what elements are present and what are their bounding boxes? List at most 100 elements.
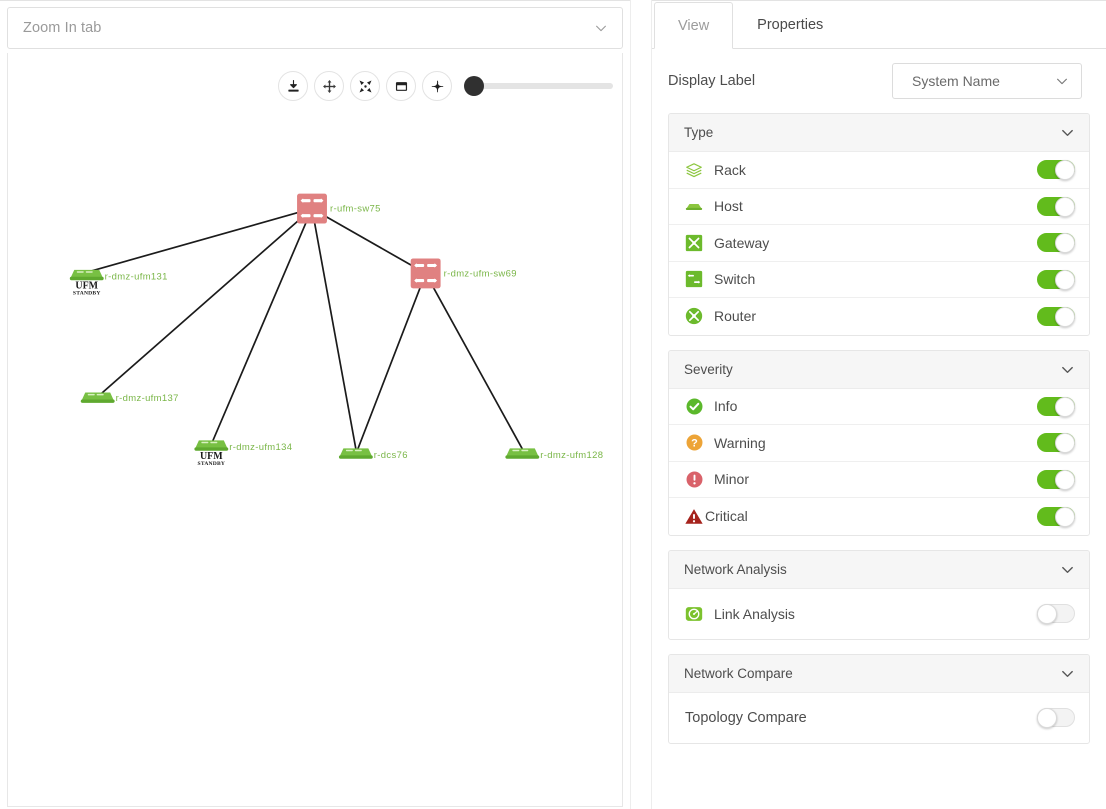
host-icon — [683, 195, 705, 217]
display-label-select[interactable]: System Name — [892, 63, 1082, 99]
toggle-knob — [1055, 233, 1075, 254]
option-row-rack[interactable]: Rack — [669, 152, 1089, 189]
toggle-knob — [1037, 708, 1057, 728]
toggle-knob — [1055, 160, 1075, 181]
option-label-router: Router — [714, 308, 757, 325]
toggle-gateway[interactable] — [1037, 233, 1075, 254]
svg-text:r-dmz-ufm131: r-dmz-ufm131 — [105, 271, 168, 282]
option-row-link-analysis[interactable]: Link Analysis — [669, 589, 1089, 639]
section-type: Type Rack Host Gateway Switch Router — [668, 113, 1090, 336]
zoom-tab-select[interactable]: Zoom In tab — [7, 7, 623, 49]
chevron-down-icon[interactable] — [1060, 666, 1075, 681]
option-label-critical: Critical — [705, 508, 748, 525]
chevron-down-icon — [594, 21, 608, 35]
gauge-icon — [683, 603, 705, 625]
option-label-gateway: Gateway — [714, 234, 770, 251]
switch-icon — [683, 268, 705, 290]
option-label-switch: Switch — [714, 271, 756, 288]
topology-right-panel: View Properties Display Label System Nam… — [652, 0, 1106, 809]
question-circle-icon: ? — [683, 432, 705, 454]
topology-canvas[interactable]: r-ufm-sw75 r-dmz-ufm-sw69 UFM STANDBY r-… — [7, 53, 623, 807]
svg-text:r-dmz-ufm134: r-dmz-ufm134 — [229, 442, 292, 453]
toggle-minor[interactable] — [1037, 469, 1075, 490]
chevron-down-icon[interactable] — [1060, 362, 1075, 377]
svg-text:r-ufm-sw75: r-ufm-sw75 — [330, 204, 381, 215]
topology-node-switch[interactable]: r-ufm-sw75 — [297, 193, 381, 224]
option-row-minor[interactable]: Minor — [669, 462, 1089, 498]
toggle-knob — [1055, 433, 1075, 454]
tab-view[interactable]: View — [654, 2, 734, 49]
option-row-topology-compare[interactable]: Topology Compare — [669, 693, 1089, 743]
tab-properties-label: Properties — [757, 16, 824, 33]
option-row-host[interactable]: Host — [669, 189, 1089, 225]
option-row-switch[interactable]: Switch — [669, 262, 1089, 298]
chevron-down-icon[interactable] — [1060, 125, 1075, 140]
option-label-minor: Minor — [714, 471, 750, 488]
option-label-info: Info — [714, 398, 738, 415]
svg-text:STANDBY: STANDBY — [73, 290, 101, 296]
topology-node-host[interactable]: UFM STANDBY r-dmz-ufm131 — [69, 269, 168, 297]
option-row-critical[interactable]: Critical — [669, 498, 1089, 535]
toggle-warning[interactable] — [1037, 433, 1075, 454]
check-circle-icon — [683, 395, 705, 417]
toggle-knob — [1037, 604, 1057, 624]
display-label-row: Display Label System Name — [652, 49, 1106, 113]
svg-text:r-dcs76: r-dcs76 — [374, 450, 408, 461]
topology-view-app: Zoom In tab r-ufm-sw75 r-dmz-ufm-sw69 UF… — [0, 0, 1106, 809]
section-network-compare: Network Compare Topology Compare — [668, 653, 1090, 744]
right-panel-tabs: View Properties — [652, 1, 1106, 49]
toggle-critical[interactable] — [1037, 506, 1075, 527]
option-label-warning: Warning — [714, 434, 766, 451]
chevron-down-icon[interactable] — [1060, 562, 1075, 577]
toggle-switch[interactable] — [1037, 269, 1075, 290]
toggle-knob — [1055, 306, 1075, 327]
rack-icon — [683, 159, 705, 181]
section-network-analysis: Network Analysis Link Analysis — [668, 549, 1090, 640]
section-network-analysis-header[interactable]: Network Analysis — [669, 550, 1089, 589]
svg-text:r-dmz-ufm128: r-dmz-ufm128 — [540, 450, 603, 461]
option-label-rack: Rack — [714, 161, 746, 178]
toggle-knob — [1055, 196, 1075, 217]
zoom-tab-select-value: Zoom In tab — [23, 20, 102, 36]
option-row-gateway[interactable]: Gateway — [669, 225, 1089, 262]
option-row-router[interactable]: Router — [669, 298, 1089, 335]
section-type-header[interactable]: Type — [669, 114, 1089, 152]
topology-graph[interactable]: r-ufm-sw75 r-dmz-ufm-sw69 UFM STANDBY r-… — [8, 53, 622, 806]
topology-node-switch[interactable]: r-dmz-ufm-sw69 — [410, 258, 517, 289]
topology-node-host[interactable]: r-dmz-ufm128 — [505, 448, 603, 461]
topology-node-host[interactable]: UFM STANDBY r-dmz-ufm134 — [194, 440, 292, 467]
section-type-title: Type — [684, 125, 714, 140]
section-network-analysis-title: Network Analysis — [684, 561, 787, 577]
toggle-router[interactable] — [1037, 306, 1075, 327]
topology-node-host[interactable]: r-dcs76 — [338, 448, 408, 461]
display-label-select-value: System Name — [912, 73, 1000, 89]
option-label-topology-compare: Topology Compare — [685, 709, 807, 726]
toggle-info[interactable] — [1037, 396, 1075, 417]
section-severity-header[interactable]: Severity — [669, 350, 1089, 389]
gateway-icon — [683, 232, 705, 254]
section-severity: Severity Info ? Warning Minor Critical — [668, 349, 1090, 536]
toggle-knob — [1055, 396, 1075, 417]
panel-divider — [630, 0, 652, 809]
toggle-knob — [1055, 506, 1075, 527]
toggle-host[interactable] — [1037, 196, 1075, 217]
view-sections: Type Rack Host Gateway Switch Router Sev… — [652, 113, 1106, 758]
option-label-host: Host — [714, 198, 743, 215]
topology-node-host[interactable]: r-dmz-ufm137 — [80, 392, 179, 404]
svg-text:r-dmz-ufm137: r-dmz-ufm137 — [116, 393, 179, 404]
option-row-warning[interactable]: ? Warning — [669, 425, 1089, 462]
toggle-rack[interactable] — [1037, 160, 1075, 181]
option-row-info[interactable]: Info — [669, 389, 1089, 425]
toggle-topology-compare[interactable] — [1037, 708, 1075, 728]
section-network-compare-title: Network Compare — [684, 665, 793, 681]
topology-links — [89, 207, 524, 450]
tab-view-label: View — [678, 17, 710, 34]
chevron-down-icon — [1036, 74, 1069, 88]
toggle-knob — [1055, 269, 1075, 290]
tab-properties[interactable]: Properties — [733, 1, 848, 48]
toggle-link-analysis[interactable] — [1037, 604, 1075, 624]
svg-text:r-dmz-ufm-sw69: r-dmz-ufm-sw69 — [444, 268, 517, 279]
section-network-compare-header[interactable]: Network Compare — [669, 654, 1089, 693]
topology-left-panel: Zoom In tab r-ufm-sw75 r-dmz-ufm-sw69 UF… — [0, 0, 630, 809]
section-severity-title: Severity — [684, 361, 733, 377]
